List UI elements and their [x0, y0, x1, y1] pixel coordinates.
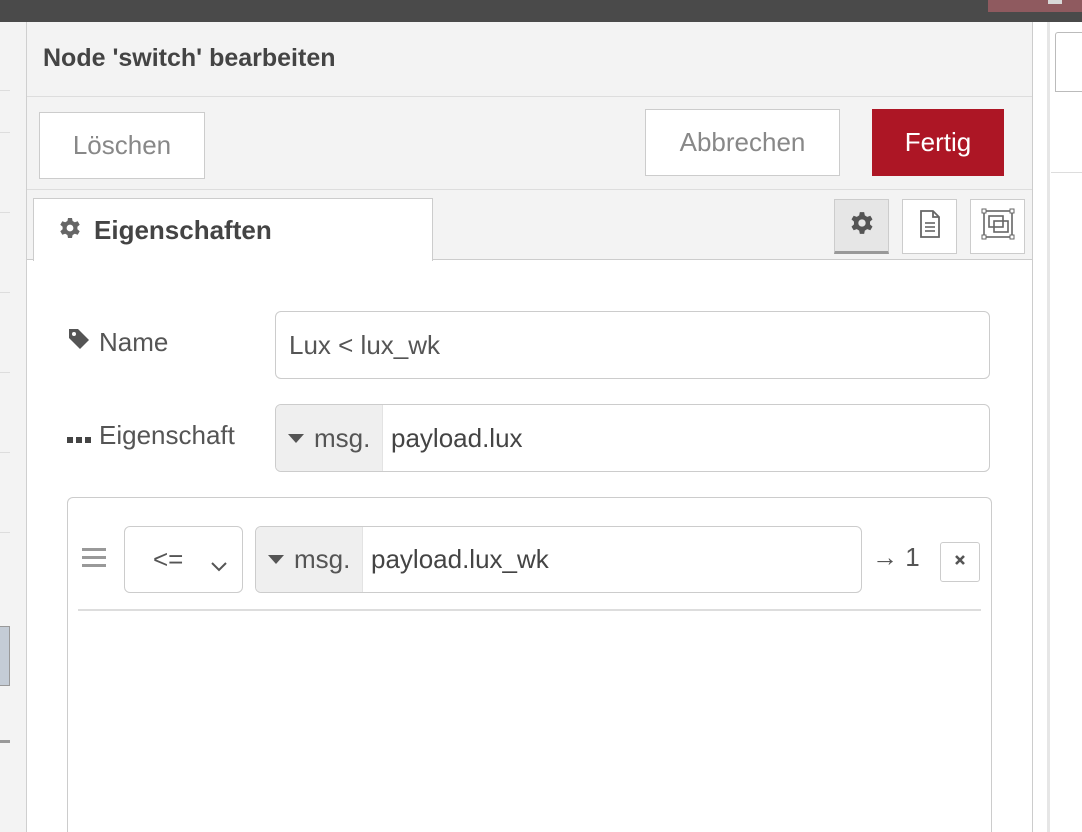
- remove-rule-button[interactable]: [940, 542, 980, 582]
- drag-handle-icon[interactable]: [82, 548, 106, 572]
- name-label-text: Name: [99, 327, 169, 357]
- property-value[interactable]: payload.lux: [383, 405, 523, 471]
- tray-tabs: Eigenschaften: [27, 190, 1032, 261]
- appearance-icon: [981, 208, 1015, 245]
- workspace-link-partial: [0, 740, 10, 743]
- property-type-select[interactable]: msg.: [276, 405, 383, 471]
- property-type-label: msg.: [314, 422, 371, 453]
- property-label: Eigenschaft: [67, 420, 235, 451]
- caret-down-icon: [288, 433, 304, 443]
- rule-value[interactable]: payload.lux_wk: [363, 527, 549, 592]
- rule-operator-value: <=: [153, 544, 184, 574]
- tray-header: Node 'switch' bearbeiten: [27, 22, 1032, 97]
- caret-down-icon: [268, 555, 284, 564]
- rule-value-type-select[interactable]: msg.: [256, 527, 363, 592]
- rule-output-port: → 1: [872, 542, 920, 572]
- chevron-down-icon: [210, 549, 228, 580]
- edit-tray: Node 'switch' bearbeiten Löschen Abbrech…: [27, 22, 1032, 832]
- rule-row: <= msg. payload.lux_wk → 1: [68, 498, 991, 611]
- gear-icon: [849, 210, 875, 241]
- rules-list: <= msg. payload.lux_wk → 1: [67, 497, 992, 832]
- editor-topbar: [0, 0, 1082, 22]
- gear-icon: [58, 216, 82, 245]
- rule-separator: [78, 609, 981, 611]
- appearance-tab-button[interactable]: [970, 199, 1025, 254]
- deploy-button-edge[interactable]: [988, 0, 1082, 12]
- deploy-button-mark: [1048, 0, 1062, 4]
- cancel-button[interactable]: Abbrechen: [645, 109, 840, 176]
- tray-title: Node 'switch' bearbeiten: [43, 44, 336, 72]
- rule-value-input[interactable]: msg. payload.lux_wk: [255, 526, 862, 593]
- ellipsis-icon: [67, 420, 91, 451]
- properties-tab-button[interactable]: [834, 199, 889, 254]
- done-button[interactable]: Fertig: [872, 109, 1004, 176]
- close-icon: [953, 553, 967, 572]
- tab-properties[interactable]: Eigenschaften: [33, 198, 433, 261]
- name-label: Name: [67, 327, 168, 358]
- workspace-node-partial[interactable]: [0, 626, 10, 686]
- description-tab-button[interactable]: [902, 199, 957, 254]
- properties-form: Name Lux < lux_wk Eigenschaft msg. paylo…: [27, 261, 1032, 832]
- sidebar-separator: [1051, 172, 1082, 173]
- tag-icon: [67, 327, 91, 358]
- tab-properties-label: Eigenschaften: [94, 214, 272, 245]
- property-input[interactable]: msg. payload.lux: [275, 404, 990, 472]
- sidebar-background: [1032, 22, 1082, 832]
- workspace-background: [0, 22, 27, 832]
- description-icon: [917, 209, 943, 244]
- name-input[interactable]: Lux < lux_wk: [275, 311, 990, 379]
- sidebar-divider[interactable]: [1047, 22, 1050, 832]
- property-label-text: Eigenschaft: [99, 420, 235, 450]
- delete-button[interactable]: Löschen: [39, 112, 205, 179]
- tray-toolbar: Löschen Abbrechen Fertig: [27, 97, 1032, 190]
- sidebar-tab-partial[interactable]: [1055, 32, 1082, 92]
- rule-value-type-label: msg.: [294, 544, 351, 574]
- rule-operator-select[interactable]: <=: [124, 526, 243, 593]
